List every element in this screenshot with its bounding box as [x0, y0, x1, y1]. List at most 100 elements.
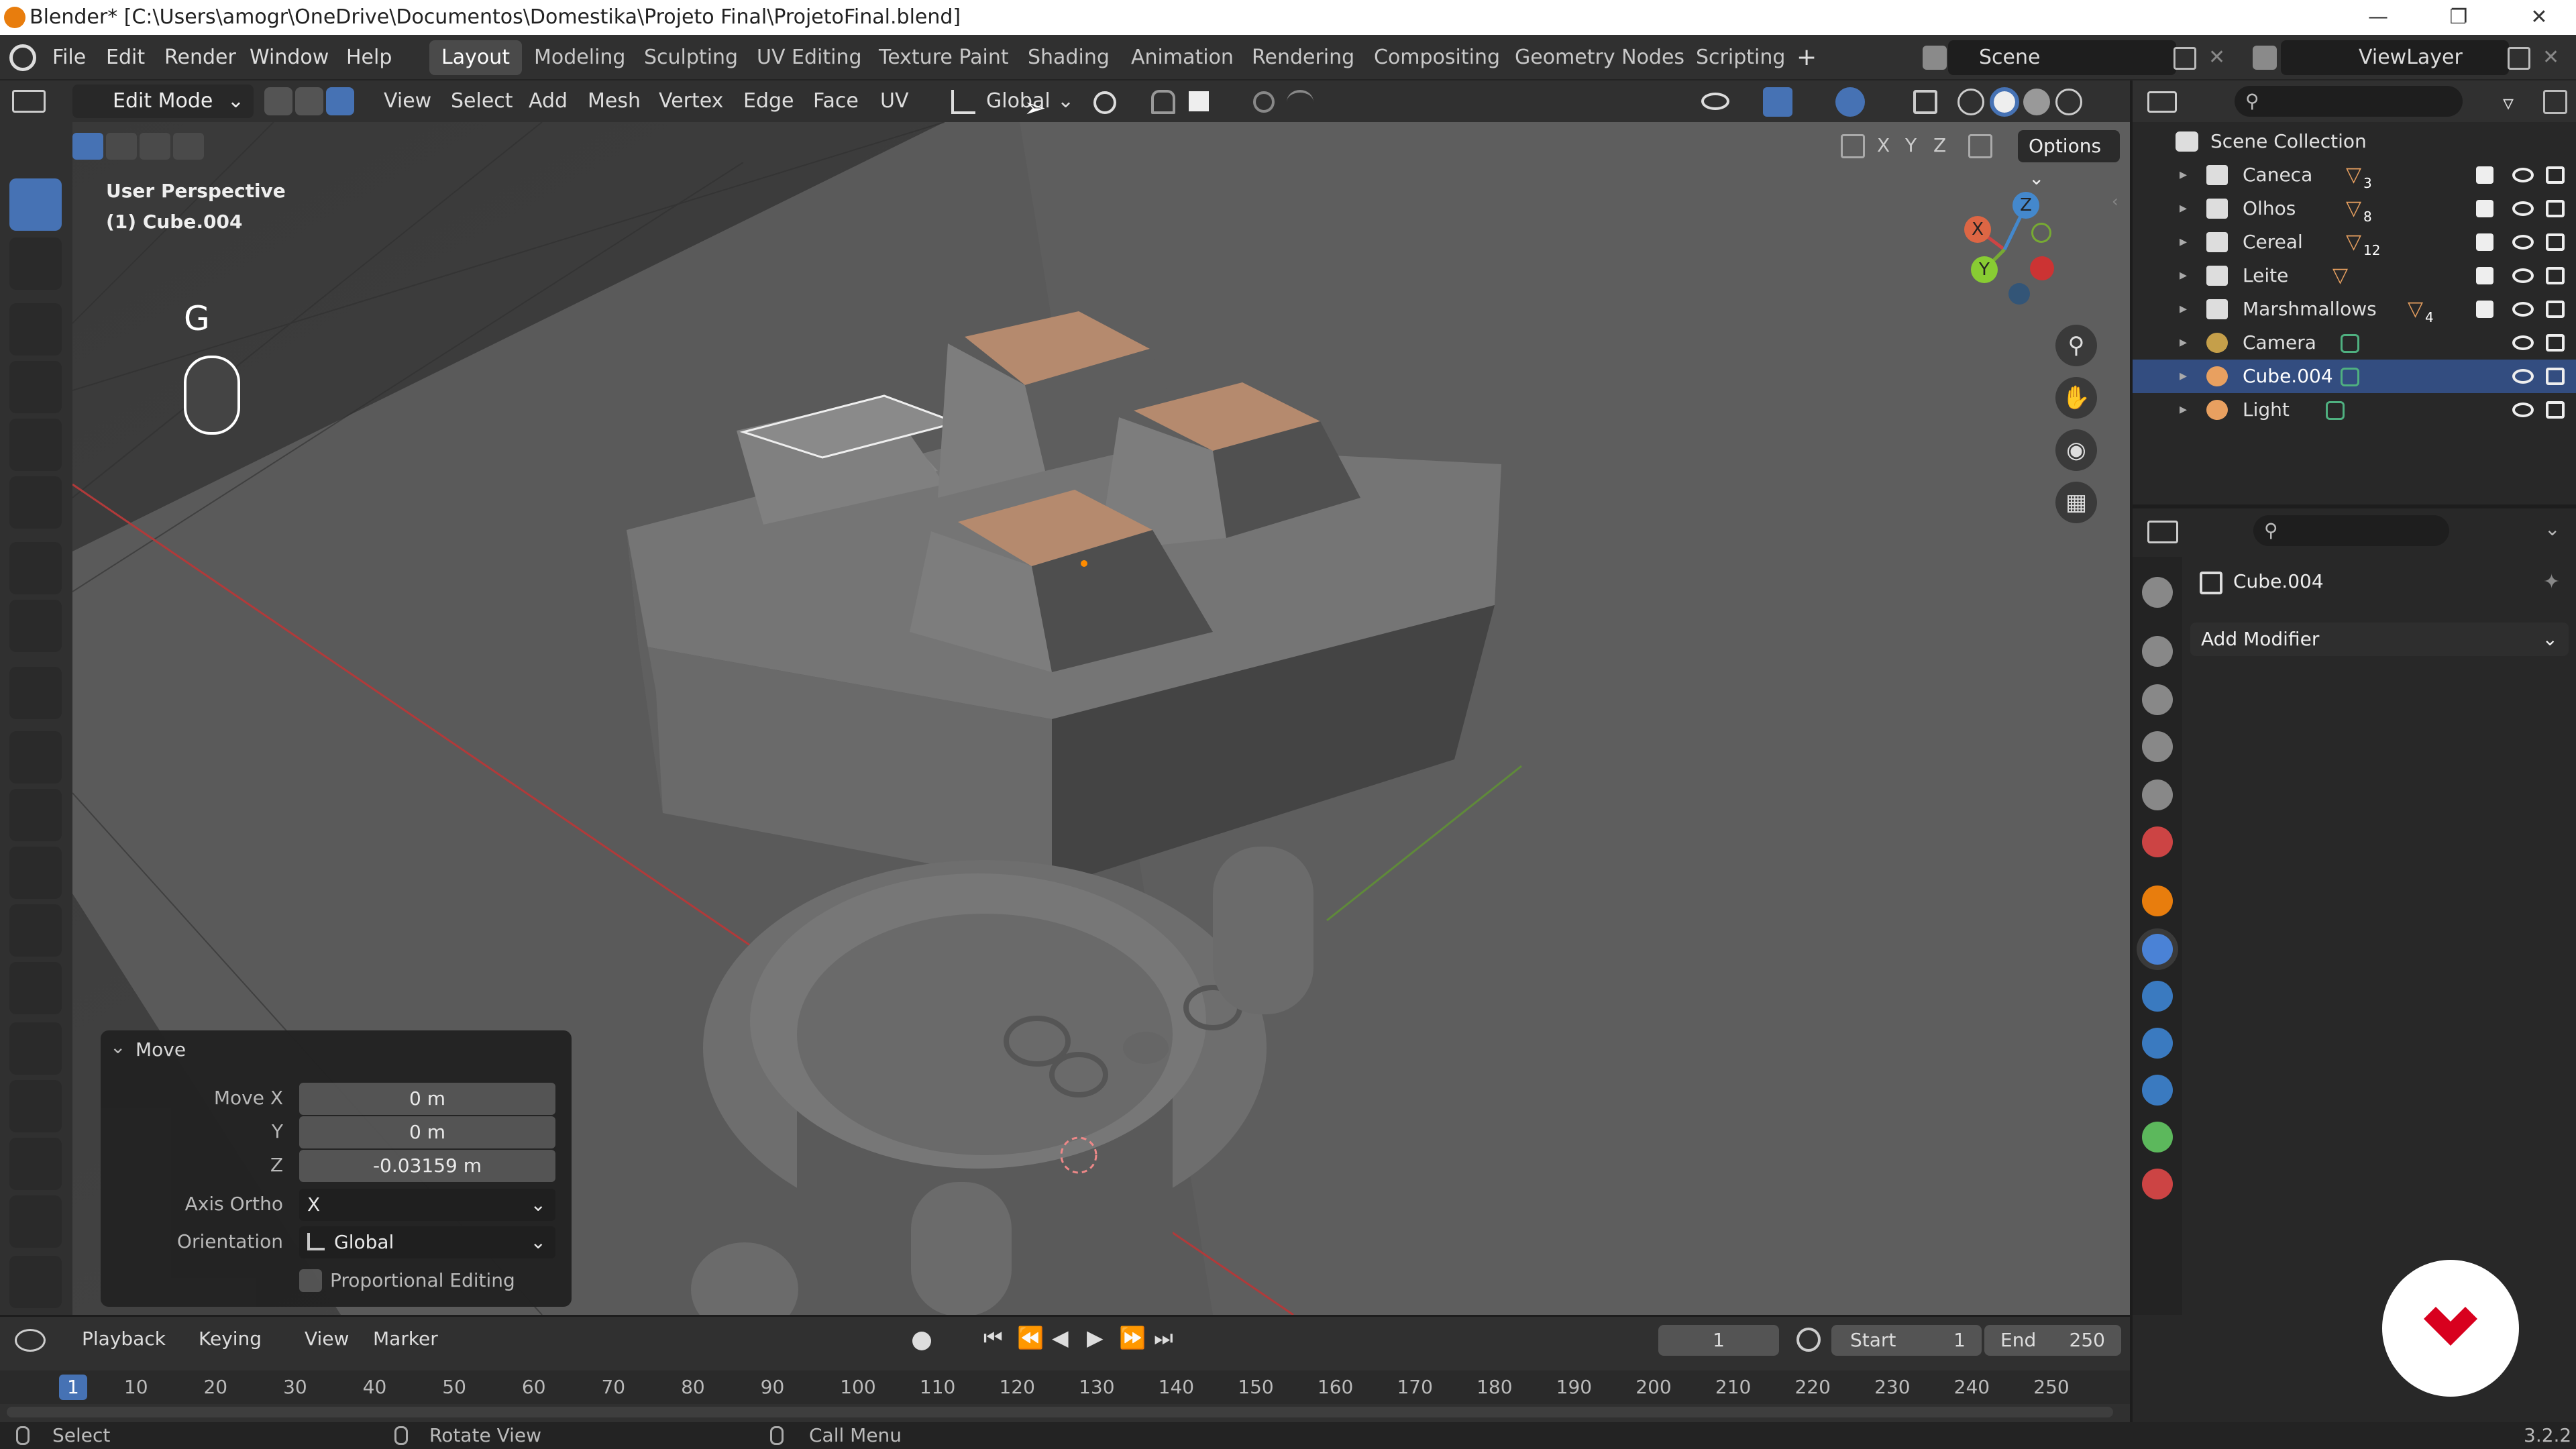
blender-menu-icon[interactable] — [9, 44, 36, 71]
header-menu-uv[interactable]: UV — [880, 80, 908, 122]
header-menu-select[interactable]: Select — [451, 80, 513, 122]
add-workspace-icon[interactable]: + — [1796, 35, 1817, 80]
xray-toggle-icon[interactable] — [1913, 90, 1937, 114]
new-scene-icon[interactable] — [2174, 47, 2196, 70]
tool-tab-icon[interactable] — [2142, 577, 2173, 608]
camera-render-icon[interactable] — [2546, 301, 2565, 318]
falloff-icon[interactable] — [1287, 90, 1313, 114]
chevron-down-icon[interactable]: ⌄ — [2544, 518, 2560, 540]
edge-slide-tool[interactable] — [9, 1195, 62, 1248]
tab-animation[interactable]: Animation — [1119, 40, 1246, 75]
filter-icon[interactable]: ▿ — [2503, 90, 2514, 115]
render-tab-icon[interactable] — [2142, 636, 2173, 667]
play-reverse-icon[interactable]: ◀ — [1052, 1325, 1069, 1350]
move-z-field[interactable]: -0.03159 m — [299, 1150, 555, 1182]
menu-render[interactable]: Render — [164, 35, 236, 80]
face-select-button[interactable] — [326, 87, 354, 115]
outliner-item-cube-004[interactable]: ▸ Cube.004 — [2133, 360, 2576, 393]
smooth-tool[interactable] — [9, 1138, 62, 1190]
mirror-z-toggle[interactable]: Z — [1933, 134, 1946, 156]
eye-icon[interactable] — [2512, 201, 2534, 216]
camera-render-icon[interactable] — [2546, 267, 2565, 284]
gizmo-neg-z[interactable] — [2008, 283, 2030, 305]
start-frame-field[interactable]: Start 1 — [1831, 1325, 1982, 1356]
expand-arrow-icon[interactable]: ▸ — [2180, 158, 2187, 192]
scene-field[interactable]: Scene — [1948, 40, 2176, 75]
outliner-item-camera[interactable]: ▸ Camera — [2133, 326, 2576, 360]
cursor-tool[interactable] — [9, 237, 62, 290]
rotate-tool[interactable] — [9, 361, 62, 413]
material-shading-icon[interactable] — [2023, 89, 2050, 115]
header-menu-add[interactable]: Add — [529, 80, 568, 122]
constraints-tab-icon[interactable] — [2142, 1075, 2173, 1106]
pivot-icon[interactable] — [1093, 91, 1116, 114]
world-tab-icon[interactable] — [2142, 826, 2173, 857]
tab-texture-paint[interactable]: Texture Paint — [867, 40, 1021, 75]
maximize-button[interactable]: ❐ — [2428, 0, 2489, 35]
outliner-item-marshmallows[interactable]: ▸ Marshmallows ▽ 4 — [2133, 292, 2576, 326]
outliner-search-input[interactable]: ⚲ — [2235, 86, 2463, 117]
mode-selector[interactable]: Edit Mode ⌄ — [72, 85, 254, 118]
eye-icon[interactable] — [2512, 335, 2534, 350]
outliner-item-light[interactable]: ▸ Light — [2133, 393, 2576, 427]
gizmo-toggle-icon[interactable] — [1763, 87, 1792, 117]
orientation-dropdown[interactable]: Global ⌄ — [299, 1226, 555, 1258]
add-cube-tool[interactable] — [9, 667, 62, 719]
timeline-menu-keying[interactable]: Keying — [199, 1328, 262, 1350]
timeline-menu-marker[interactable]: Marker — [373, 1328, 438, 1350]
expand-arrow-icon[interactable]: ▸ — [2180, 192, 2187, 225]
solid-shading-icon[interactable] — [1990, 87, 2019, 117]
next-keyframe-icon[interactable]: ⏩ — [1119, 1325, 1146, 1350]
eye-icon[interactable] — [2512, 302, 2534, 317]
end-frame-field[interactable]: End 250 — [1984, 1325, 2121, 1356]
tab-uv-editing[interactable]: UV Editing — [745, 40, 874, 75]
proportional-edit-icon[interactable] — [1253, 91, 1275, 113]
physics-tab-icon[interactable] — [2142, 1028, 2173, 1059]
play-icon[interactable]: ▶ — [1087, 1325, 1104, 1350]
expand-arrow-icon[interactable]: ▸ — [2180, 393, 2187, 427]
tab-geometry-nodes[interactable]: Geometry Nodes — [1503, 40, 1697, 75]
exclude-checkbox[interactable] — [2476, 200, 2493, 217]
extrude-tool[interactable] — [9, 731, 62, 784]
close-button[interactable]: ✕ — [2509, 0, 2569, 35]
outliner-item-caneca[interactable]: ▸ Caneca ▽ 3 — [2133, 158, 2576, 192]
jump-start-icon[interactable]: ⏮ — [983, 1325, 1003, 1351]
header-menu-mesh[interactable]: Mesh — [588, 80, 641, 122]
scene-tab-icon[interactable] — [2142, 780, 2173, 810]
tab-shading[interactable]: Shading — [1016, 40, 1122, 75]
timeline-menu-playback[interactable]: Playback — [82, 1328, 166, 1350]
camera-render-icon[interactable] — [2546, 401, 2565, 419]
expand-arrow-icon[interactable]: ▸ — [2180, 259, 2187, 292]
knife-tool[interactable] — [9, 962, 62, 1014]
remove-view-layer-icon[interactable]: ✕ — [2542, 35, 2559, 80]
poly-build-tool[interactable] — [9, 1022, 62, 1075]
pin-icon[interactable]: ✦ — [2543, 570, 2560, 594]
timeline-scrollbar[interactable] — [7, 1407, 2113, 1417]
jump-end-icon[interactable]: ⏭ — [1154, 1325, 1173, 1351]
select-intersect-icon[interactable] — [173, 133, 204, 160]
exclude-checkbox[interactable] — [2476, 267, 2493, 284]
menu-window[interactable]: Window — [250, 35, 329, 80]
exclude-checkbox[interactable] — [2476, 233, 2493, 251]
tab-scripting[interactable]: Scripting — [1684, 40, 1797, 75]
tab-sculpting[interactable]: Sculpting — [632, 40, 750, 75]
loop-cut-tool[interactable] — [9, 904, 62, 957]
measure-tool[interactable] — [9, 600, 62, 652]
new-collection-icon[interactable] — [2543, 90, 2567, 114]
eye-icon[interactable] — [2512, 268, 2534, 283]
outliner-item-cereal[interactable]: ▸ Cereal ▽ 12 — [2133, 225, 2576, 259]
move-x-field[interactable]: 0 m — [299, 1083, 555, 1115]
move-y-field[interactable]: 0 m — [299, 1116, 555, 1148]
outliner-item-olhos[interactable]: ▸ Olhos ▽ 8 — [2133, 192, 2576, 225]
rendered-shading-icon[interactable] — [2055, 89, 2082, 115]
expand-arrow-icon[interactable]: ▸ — [2180, 360, 2187, 393]
expand-arrow-icon[interactable]: ▸ — [2180, 326, 2187, 360]
current-frame-marker[interactable]: 1 — [59, 1375, 87, 1400]
prev-keyframe-icon[interactable]: ⏪ — [1017, 1325, 1044, 1350]
properties-editor-icon[interactable] — [2147, 521, 2178, 543]
exclude-checkbox[interactable] — [2476, 166, 2493, 184]
header-menu-view[interactable]: View — [384, 80, 431, 122]
remove-scene-icon[interactable]: ✕ — [2208, 35, 2225, 80]
inset-tool[interactable] — [9, 789, 62, 841]
expand-arrow-icon[interactable]: ▸ — [2180, 292, 2187, 326]
